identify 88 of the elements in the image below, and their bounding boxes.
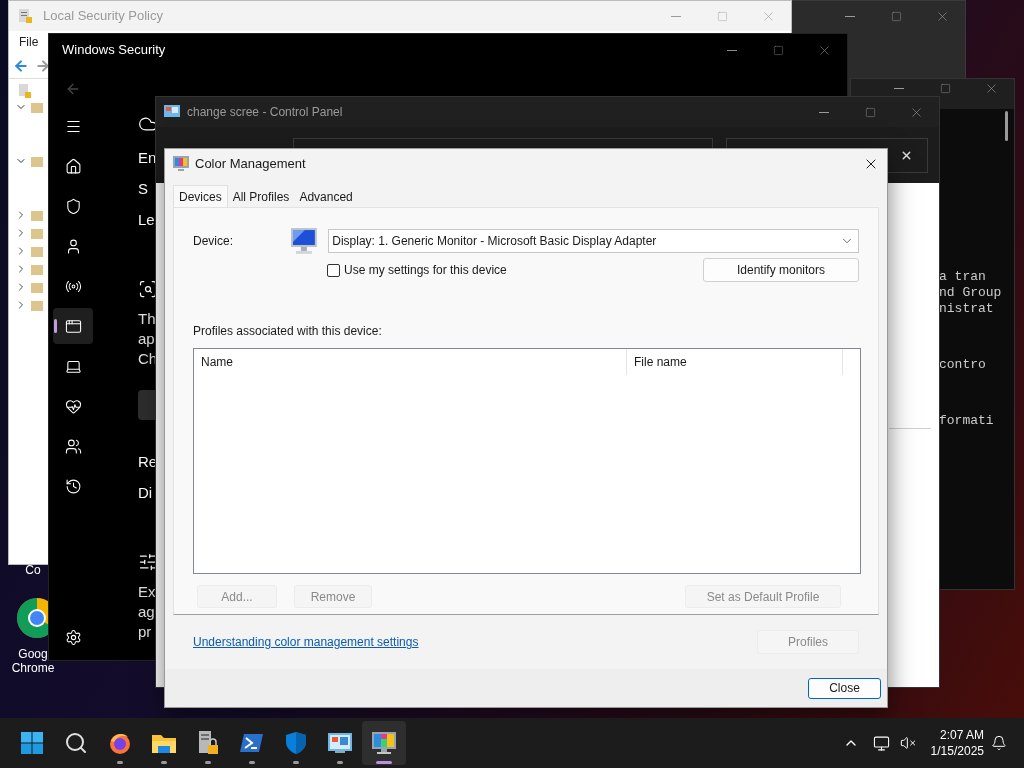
speaker-muted-icon[interactable] <box>899 735 916 751</box>
help-link[interactable]: Understanding color management settings <box>193 633 419 651</box>
menu-item[interactable]: File <box>19 33 39 51</box>
windows-logo-icon <box>20 731 44 755</box>
checkbox[interactable] <box>327 263 340 277</box>
window-title: Color Management <box>195 155 306 174</box>
description-text: Th <box>138 309 157 329</box>
search-icon <box>64 731 88 755</box>
clock-date[interactable]: 1/15/2025 <box>930 743 984 759</box>
forward-icon[interactable] <box>35 57 51 74</box>
browser-window-icon <box>64 317 82 335</box>
field-label: Device: <box>193 233 234 250</box>
description-text: ag <box>138 602 156 622</box>
section-label: Profiles associated with this device: <box>193 323 383 340</box>
folder-icon <box>31 245 43 257</box>
nav-item[interactable] <box>53 308 93 344</box>
folder-icon <box>151 732 177 754</box>
maximize-icon <box>716 10 728 22</box>
tab[interactable]: Devices <box>173 185 228 207</box>
minimize-icon <box>727 49 737 51</box>
maximize-icon <box>939 82 951 94</box>
column-header[interactable]: Name <box>194 349 627 375</box>
bell-icon[interactable] <box>991 735 1007 751</box>
scrollbar-thumb <box>1005 111 1008 141</box>
shield-icon <box>285 731 307 755</box>
description-text: pr <box>138 622 153 642</box>
running-indicator <box>337 761 343 764</box>
terminal-line: nd Group <box>939 285 1002 301</box>
running-indicator <box>117 761 123 764</box>
taskbar-button[interactable] <box>362 721 406 765</box>
running-indicator <box>293 761 299 764</box>
folder-icon <box>31 155 43 167</box>
identify-monitors-button[interactable]: Identify monitors <box>703 258 859 282</box>
policy-document-icon <box>18 83 32 99</box>
terminal-line: nistrat <box>939 301 995 317</box>
column-header[interactable]: File name <box>627 349 843 375</box>
clock-time[interactable]: 2:07 AM <box>939 727 984 743</box>
firefox-icon <box>108 731 132 755</box>
description-text: ap <box>138 329 156 349</box>
color-monitor-icon <box>371 731 397 755</box>
home-icon <box>64 157 82 175</box>
folder-icon <box>31 209 43 221</box>
terminal-line: formati <box>939 413 995 429</box>
history-icon <box>64 477 82 495</box>
back-icon[interactable] <box>13 57 29 74</box>
heart-pulse-icon <box>64 397 82 415</box>
running-indicator <box>161 761 167 764</box>
shield-icon <box>64 197 82 215</box>
minimize-icon <box>845 15 855 17</box>
running-indicator <box>205 761 211 764</box>
running-indicator <box>249 761 255 764</box>
policy-document-icon <box>17 8 33 24</box>
minimize-icon <box>894 87 904 89</box>
people-icon <box>64 437 82 455</box>
device-dropdown[interactable]: Display: 1. Generic Monitor - Microsoft Basic Display Adapter <box>328 229 859 253</box>
monitor-icon <box>289 226 320 256</box>
tab[interactable]: Advanced <box>294 187 358 207</box>
folder-icon <box>31 281 43 293</box>
selection-indicator <box>54 319 57 333</box>
description-text: Ex <box>138 582 157 602</box>
window-title: Windows Security <box>62 41 166 60</box>
window-title: Local Security Policy <box>43 7 163 26</box>
terminal-line: a tran <box>939 269 987 285</box>
checkbox-label: Use my settings for this device <box>344 262 507 279</box>
settings-icon <box>64 628 82 646</box>
monitor-icon[interactable] <box>872 734 890 752</box>
icon-label: Co <box>25 563 41 577</box>
terminal-prompt-icon <box>240 732 264 754</box>
server-lock-icon <box>196 730 220 756</box>
running-indicator <box>376 761 392 764</box>
folder-icon <box>31 101 43 113</box>
tab[interactable]: All Profiles <box>227 187 295 207</box>
maximize-icon <box>772 44 784 56</box>
maximize-icon <box>890 10 902 22</box>
folder-icon <box>31 263 43 275</box>
maximize-icon <box>864 106 876 118</box>
window-title: change scree - Control Panel <box>187 104 343 121</box>
icon-label: Goog <box>18 647 48 661</box>
icon-label: Chrome <box>11 661 55 675</box>
terminal-line: contro <box>939 357 987 373</box>
control-panel-icon <box>164 105 180 119</box>
color-monitor-icon <box>173 156 189 172</box>
minimize-icon <box>819 111 829 113</box>
close-dialog-button[interactable]: Close <box>808 677 881 699</box>
control-panel-icon <box>327 732 353 754</box>
folder-icon <box>31 299 43 311</box>
folder-icon <box>31 227 43 239</box>
minimize-icon <box>671 15 681 17</box>
